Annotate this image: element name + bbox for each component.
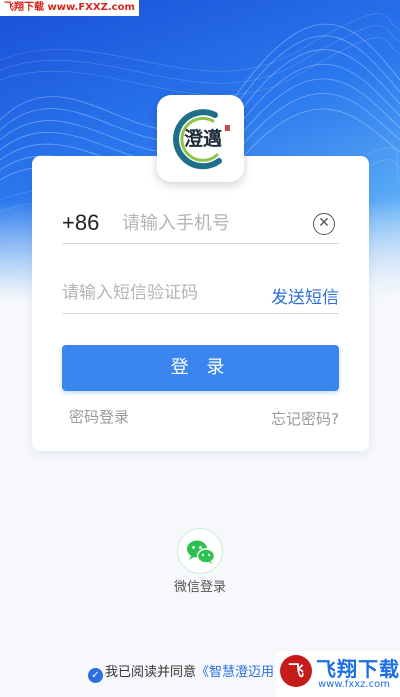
sms-row: 发送短信 <box>62 274 339 314</box>
login-button[interactable]: 登 录 <box>62 345 339 391</box>
app-logo-mark: 澄邁 <box>173 109 230 170</box>
country-code[interactable]: +86 <box>62 210 99 236</box>
agreement-row: ✓ 我已阅读并同意《智慧澄迈用 <box>88 661 274 683</box>
watermark-brand: 飞翔下载 <box>316 657 400 681</box>
watermark-bottom: 飞 飞翔下载 www.fxxz.com <box>276 651 400 697</box>
app-logo-text: 澄邁 <box>184 127 222 150</box>
app-logo: 澄邁 <box>157 95 244 182</box>
watermark-logo-icon: 飞 <box>280 655 312 687</box>
clear-circle-icon[interactable]: ✕ <box>313 213 335 235</box>
wechat-login-label[interactable]: 微信登录 <box>150 576 250 595</box>
check-circle-icon[interactable]: ✓ <box>88 668 103 683</box>
send-sms-button[interactable]: 发送短信 <box>271 283 339 308</box>
phone-row: +86 ✕ <box>62 204 339 244</box>
password-login-link[interactable]: 密码登录 <box>69 406 129 427</box>
login-card: +86 ✕ 发送短信 登 录 密码登录 忘记密码? <box>32 156 369 451</box>
agreement-link[interactable]: 《智慧澄迈用 <box>196 665 274 680</box>
sms-code-input[interactable] <box>62 278 252 308</box>
wechat-icon <box>187 540 216 564</box>
watermark-url: www.fxxz.com <box>318 679 390 690</box>
phone-input[interactable] <box>122 208 302 238</box>
wechat-login-button[interactable] <box>177 528 223 574</box>
watermark-top: 飞翔下载 www.FXXZ.com <box>0 0 139 16</box>
forgot-password-link[interactable]: 忘记密码? <box>271 408 339 429</box>
agreement-text: 我已阅读并同意 <box>105 665 197 680</box>
